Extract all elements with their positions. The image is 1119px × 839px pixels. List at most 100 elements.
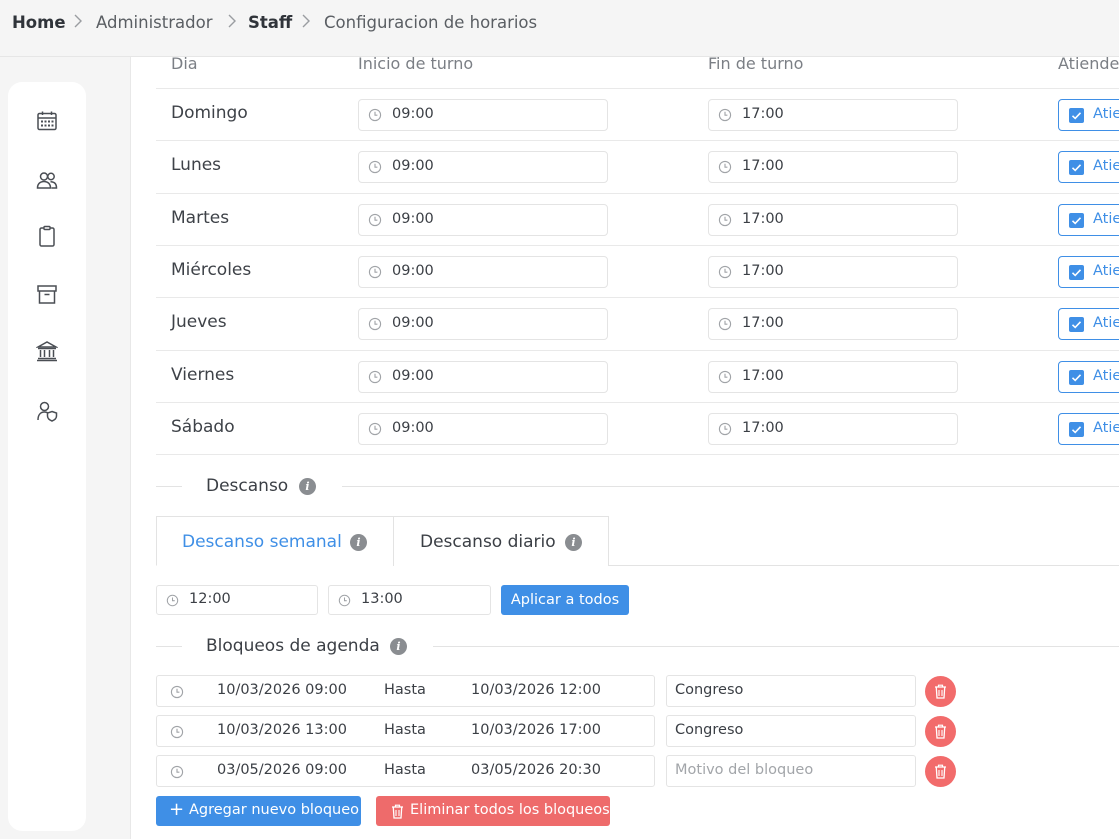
attends-label: Atiende bbox=[1093, 315, 1119, 332]
tab-descanso-diario[interactable]: Descanso diario i bbox=[393, 516, 609, 566]
block-reason-input[interactable]: Motivo del bloqueo bbox=[666, 755, 916, 787]
plus-icon: + bbox=[169, 799, 185, 820]
start-time-input[interactable]: 09:00 bbox=[358, 412, 608, 445]
divider bbox=[156, 646, 182, 647]
user-shield-icon[interactable] bbox=[36, 400, 58, 422]
tab-descanso-semanal[interactable]: Descanso semanal i bbox=[156, 516, 394, 566]
end-time-input[interactable]: 17:00 bbox=[708, 203, 958, 236]
start-time-value: 09:00 bbox=[392, 210, 434, 227]
users-icon[interactable] bbox=[36, 169, 58, 191]
info-icon[interactable]: i bbox=[390, 638, 407, 655]
start-time-input[interactable]: 09:00 bbox=[358, 151, 608, 184]
checkbox-checked-icon bbox=[1069, 160, 1084, 176]
block-reason-input[interactable]: Congreso bbox=[666, 715, 916, 747]
table-row: Jueves 09:00 17:00 Atiende bbox=[156, 297, 1119, 349]
break-end-value: 13:00 bbox=[361, 591, 403, 607]
delete-all-blocks-button[interactable]: Eliminar todos los bloqueos bbox=[376, 796, 610, 826]
table-row: Sábado 09:00 17:00 Atiende bbox=[156, 401, 1119, 454]
trash-icon bbox=[935, 724, 946, 739]
add-block-button[interactable]: + Agregar nuevo bloqueo bbox=[156, 796, 361, 826]
start-time-input[interactable]: 09:00 bbox=[358, 99, 608, 131]
checkbox-checked-icon bbox=[1069, 108, 1084, 123]
breadcrumb-admin[interactable]: Administrador bbox=[96, 13, 212, 32]
breadcrumb-staff[interactable]: Staff bbox=[248, 13, 292, 32]
block-reason-value: Motivo del bloqueo bbox=[675, 762, 814, 778]
delete-all-label: Eliminar todos los bloqueos bbox=[410, 802, 610, 818]
attends-checkbox[interactable]: Atiende bbox=[1058, 99, 1119, 131]
break-start-input[interactable]: 12:00 bbox=[156, 585, 318, 615]
break-end-input[interactable]: 13:00 bbox=[328, 585, 491, 615]
block-reason-input[interactable]: Congreso bbox=[666, 675, 916, 707]
header-day: Dia bbox=[171, 54, 198, 73]
end-time-value: 17:00 bbox=[742, 106, 784, 122]
block-to: 03/05/2026 20:30 bbox=[471, 762, 601, 778]
table-row: Domingo 09:00 17:00 Atiende bbox=[156, 88, 1119, 140]
delete-block-button[interactable] bbox=[925, 676, 956, 707]
start-time-input[interactable]: 09:00 bbox=[358, 203, 608, 236]
header-start: Inicio de turno bbox=[358, 54, 474, 73]
block-reason-value: Congreso bbox=[675, 722, 744, 738]
block-row: 10/03/2026 09:00 Hasta 10/03/2026 12:00 … bbox=[156, 675, 956, 707]
block-from: 10/03/2026 13:00 bbox=[217, 722, 347, 738]
end-time-value: 17:00 bbox=[742, 315, 784, 332]
delete-block-button[interactable] bbox=[925, 756, 956, 787]
clipboard-icon[interactable] bbox=[36, 225, 58, 247]
delete-block-button[interactable] bbox=[925, 716, 956, 747]
day-label: Domingo bbox=[171, 103, 248, 123]
block-hasta-label: Hasta bbox=[384, 762, 426, 778]
checkbox-checked-icon bbox=[1069, 421, 1084, 437]
checkbox-checked-icon bbox=[1069, 317, 1084, 333]
start-time-input[interactable]: 09:00 bbox=[358, 360, 608, 393]
block-date-range-input[interactable]: 10/03/2026 13:00 Hasta 10/03/2026 17:00 bbox=[156, 715, 655, 747]
bank-icon[interactable] bbox=[36, 340, 58, 362]
end-time-input[interactable]: 17:00 bbox=[708, 308, 958, 341]
attends-checkbox[interactable]: Atiende bbox=[1058, 151, 1119, 184]
info-icon[interactable]: i bbox=[299, 478, 316, 495]
clock-icon bbox=[368, 422, 382, 435]
table-bottom-border bbox=[156, 454, 1119, 456]
end-time-value: 17:00 bbox=[742, 158, 784, 175]
clock-icon bbox=[718, 265, 732, 279]
trash-icon bbox=[935, 764, 946, 779]
clock-icon bbox=[170, 685, 184, 699]
end-time-value: 17:00 bbox=[742, 367, 784, 384]
apply-to-all-button[interactable]: Aplicar a todos bbox=[501, 585, 629, 615]
start-time-value: 09:00 bbox=[392, 158, 434, 175]
day-label: Miércoles bbox=[171, 259, 252, 280]
bloqueos-title: Bloqueos de agenda bbox=[206, 636, 380, 656]
day-label: Jueves bbox=[171, 312, 227, 333]
attends-checkbox[interactable]: Atiende bbox=[1058, 360, 1119, 393]
attends-checkbox[interactable]: Atiende bbox=[1058, 308, 1119, 341]
calendar-icon[interactable] bbox=[36, 110, 58, 132]
start-time-value: 09:00 bbox=[392, 262, 434, 279]
end-time-input[interactable]: 17:00 bbox=[708, 255, 958, 288]
archive-icon[interactable] bbox=[36, 283, 58, 305]
end-time-input[interactable]: 17:00 bbox=[708, 151, 958, 184]
checkbox-checked-icon bbox=[1069, 369, 1084, 385]
block-date-range-input[interactable]: 03/05/2026 09:00 Hasta 03/05/2026 20:30 bbox=[156, 755, 655, 787]
breadcrumb-current: Configuracion de horarios bbox=[324, 13, 538, 32]
clock-icon bbox=[368, 265, 382, 279]
attends-label: Atiende bbox=[1093, 367, 1119, 384]
chevron-right-icon bbox=[228, 14, 236, 28]
end-time-input[interactable]: 17:00 bbox=[708, 412, 958, 445]
attends-checkbox[interactable]: Atiende bbox=[1058, 412, 1119, 445]
info-icon[interactable]: i bbox=[350, 534, 367, 551]
checkbox-checked-icon bbox=[1069, 212, 1084, 228]
chevron-right-icon bbox=[74, 14, 82, 28]
block-date-range-input[interactable]: 10/03/2026 09:00 Hasta 10/03/2026 12:00 bbox=[156, 675, 655, 707]
clock-icon bbox=[718, 422, 732, 435]
start-time-value: 09:00 bbox=[392, 367, 434, 384]
clock-icon bbox=[368, 318, 382, 331]
end-time-input[interactable]: 17:00 bbox=[708, 360, 958, 393]
attends-label: Atiende bbox=[1093, 210, 1119, 227]
end-time-input[interactable]: 17:00 bbox=[708, 99, 958, 131]
breadcrumb-home[interactable]: Home bbox=[12, 13, 66, 32]
info-icon[interactable]: i bbox=[565, 534, 582, 551]
attends-checkbox[interactable]: Atiende bbox=[1058, 255, 1119, 288]
attends-checkbox[interactable]: Atiende bbox=[1058, 203, 1119, 236]
divider bbox=[342, 486, 1119, 487]
start-time-input[interactable]: 09:00 bbox=[358, 255, 608, 288]
start-time-input[interactable]: 09:00 bbox=[358, 308, 608, 341]
break-start-value: 12:00 bbox=[189, 591, 231, 607]
